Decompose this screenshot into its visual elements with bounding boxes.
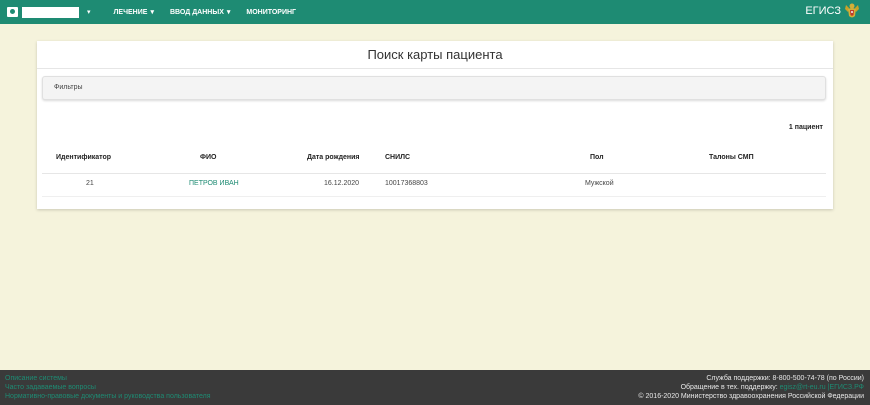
filters-label: Фильтры: [54, 84, 83, 91]
copyright: © 2016-2020 Министерство здравоохранения…: [638, 393, 864, 400]
patient-name-link[interactable]: ПЕТРОВ ИВАН: [189, 180, 239, 187]
footer: Описание системы Часто задаваемые вопрос…: [0, 370, 870, 405]
table-header: Идентификатор ФИО Дата рождения СНИЛС По…: [37, 154, 833, 166]
site-link[interactable]: ЕГИСЗ.РФ: [829, 384, 864, 391]
support-email-link[interactable]: egisz@rt-eu.ru: [780, 384, 826, 391]
user-menu-chevron-down-icon[interactable]: ▾: [87, 8, 91, 16]
user-icon[interactable]: [7, 7, 18, 17]
divider: [42, 196, 826, 197]
column-header-id[interactable]: Идентификатор: [56, 154, 111, 161]
column-header-sex[interactable]: Пол: [590, 154, 604, 161]
chevron-down-icon: ▾: [226, 9, 231, 16]
page-title: Поиск карты пациента: [367, 47, 503, 62]
support-contact: Обращение в тех. поддержку: egisz@rt-eu.…: [681, 383, 864, 392]
filters-panel[interactable]: Фильтры: [42, 76, 826, 100]
footer-link-system-description[interactable]: Описание системы: [5, 374, 211, 383]
main-menu: ЛЕЧЕНИЕ ▾ ВВОД ДАННЫХ ▾ МОНИТОРИНГ: [113, 8, 313, 17]
footer-link-faq[interactable]: Часто задаваемые вопросы: [5, 383, 211, 392]
support-contact-label: Обращение в тех. поддержку:: [680, 384, 778, 391]
divider: [42, 173, 826, 174]
menu-item-data-entry[interactable]: ВВОД ДАННЫХ ▾: [169, 8, 231, 17]
top-navbar: ▾ ЛЕЧЕНИЕ ▾ ВВОД ДАННЫХ ▾ МОНИТОРИНГ ЕГИ…: [0, 0, 870, 24]
result-count: 1 пациент: [788, 124, 823, 131]
table-row[interactable]: 21 ПЕТРОВ ИВАН 16.12.2020 10017368803 Му…: [37, 180, 833, 192]
footer-info: Служба поддержки: 8-800-500-74-78 (по Ро…: [638, 374, 864, 401]
footer-links: Описание системы Часто задаваемые вопрос…: [5, 374, 211, 401]
patient-search-card: Поиск карты пациента Фильтры 1 пациент И…: [37, 41, 833, 209]
cell-snils: 10017368803: [385, 180, 428, 187]
column-header-snils[interactable]: СНИЛС: [385, 154, 410, 161]
menu-item-monitoring-label: МОНИТОРИНГ: [246, 8, 297, 16]
support-phone: Служба поддержки: 8-800-500-74-78 (по Ро…: [706, 375, 864, 382]
cell-birth-date: 16.12.2020: [324, 180, 360, 187]
divider: [37, 68, 833, 69]
column-header-smp[interactable]: Талоны СМП: [709, 154, 754, 161]
chevron-down-icon: ▾: [150, 9, 154, 16]
coat-of-arms-icon: [845, 3, 859, 18]
brand-name: ЕГИСЗ: [805, 5, 841, 17]
footer-link-documents[interactable]: Нормативно-правовые документы и руководс…: [5, 392, 211, 401]
cell-id: 21: [86, 180, 94, 187]
menu-item-treatment-label: ЛЕЧЕНИЕ: [113, 8, 148, 16]
menu-item-monitoring[interactable]: МОНИТОРИНГ: [246, 9, 296, 16]
column-header-fio[interactable]: ФИО: [200, 154, 216, 161]
menu-item-data-entry-label: ВВОД ДАННЫХ: [169, 8, 224, 16]
cell-sex: Мужской: [585, 180, 614, 187]
column-header-birth-date[interactable]: Дата рождения: [307, 154, 360, 161]
brand[interactable]: ЕГИСЗ: [805, 2, 860, 20]
menu-item-treatment[interactable]: ЛЕЧЕНИЕ ▾: [113, 8, 154, 17]
user-name-box[interactable]: [22, 6, 79, 18]
